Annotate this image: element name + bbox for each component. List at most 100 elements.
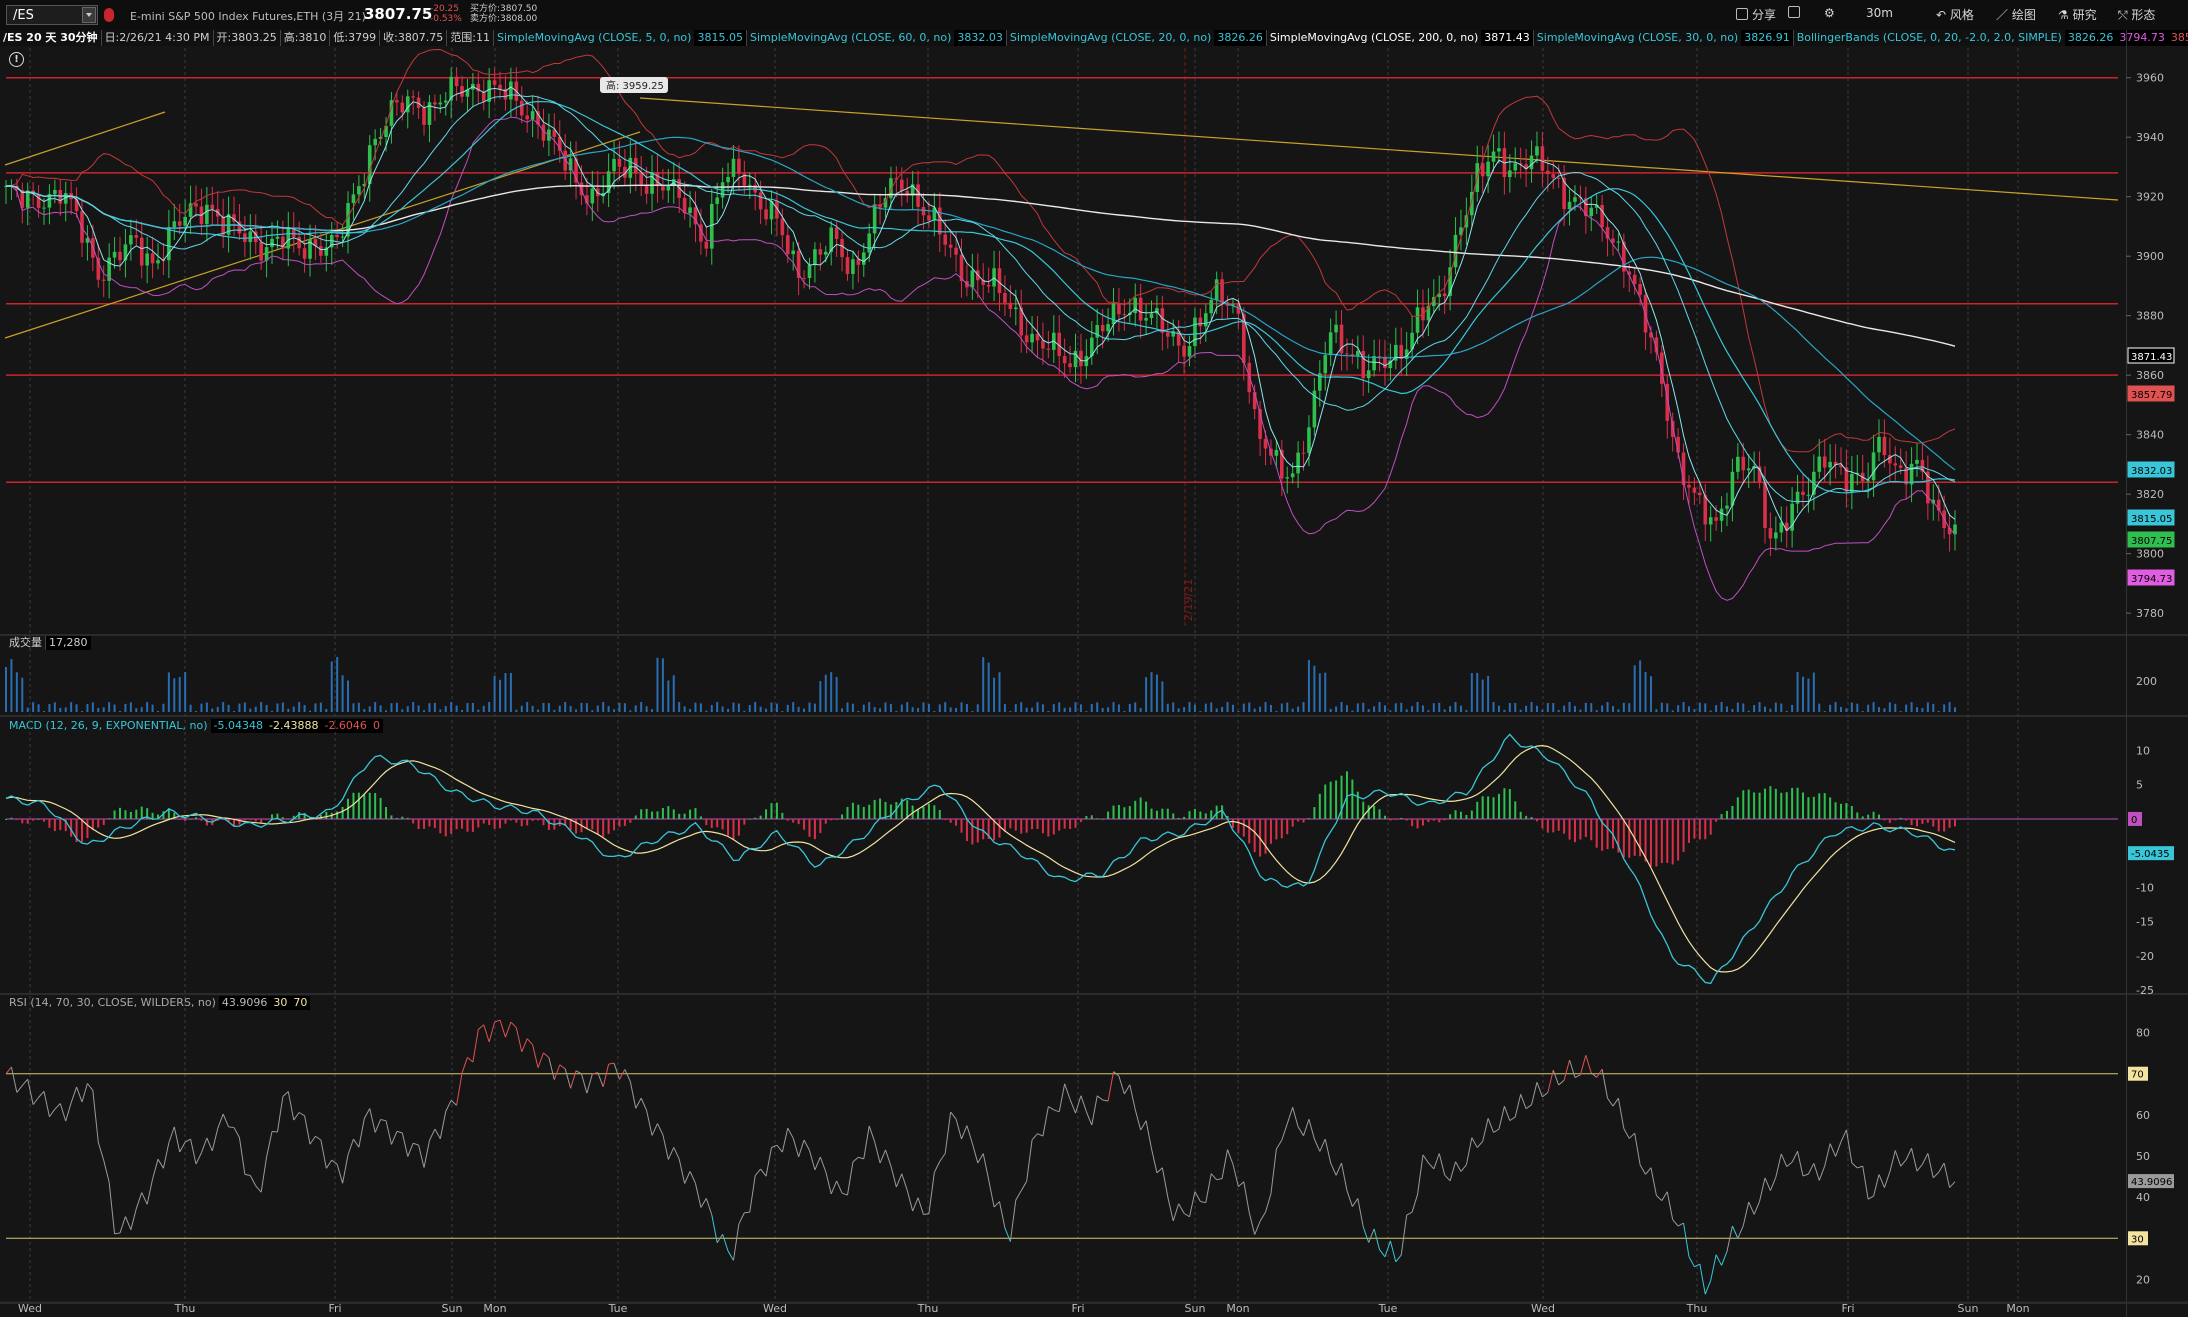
macd-hist-bar-329	[1791, 787, 1794, 819]
rsi-segment-238	[1292, 1107, 1299, 1127]
macd-hist-bar-260	[1416, 818, 1419, 829]
rsi-segment-28	[152, 1159, 159, 1180]
rsi-segment-181	[982, 1153, 990, 1180]
rsi-segment-271	[1471, 1137, 1478, 1148]
macd-hist-bar-46	[254, 818, 257, 822]
macd-hist-bar-9	[53, 818, 56, 832]
rsi-segment-337	[1829, 1143, 1837, 1157]
macd-hist-bar-350	[1905, 818, 1908, 821]
rsi-segment-172	[933, 1161, 941, 1173]
rsi-segment-354	[1921, 1153, 1929, 1165]
chart-canvas[interactable]: Wed Thu Fri Sun Mon Tue Wed Thu Fri Sun Mon Tue Wed T…	[0, 0, 2188, 1317]
volume-bar-237	[1291, 708, 1294, 712]
rsi-segment-35	[190, 1138, 197, 1165]
volume-bar-203	[1107, 707, 1110, 712]
volume-bar-107	[585, 703, 588, 712]
macd-hist-bar-79	[433, 818, 436, 828]
candle-body-210	[1144, 318, 1148, 321]
rsi-segment-317	[1721, 1251, 1728, 1266]
macd-hist-bar-207	[1128, 806, 1131, 819]
pane-separator-1	[0, 715, 2188, 717]
price-tick-label-4: 3860	[2136, 369, 2164, 382]
candle-body-134	[731, 158, 736, 177]
rsi-segment-17	[92, 1090, 99, 1143]
rsi-segment-96	[521, 1038, 528, 1052]
volume-bar-19	[108, 702, 111, 712]
macd-hist-bar-212	[1155, 810, 1158, 819]
macd-hist-bar-111	[607, 818, 610, 834]
candle-body-184	[1003, 293, 1007, 303]
volume-bar-172	[938, 704, 941, 712]
macd-hist-bar-304	[1655, 818, 1658, 867]
candle-body-315	[1714, 517, 1718, 521]
candle-body-149	[813, 249, 817, 266]
volume-bar-81	[444, 706, 447, 712]
rsi-segment-314	[1704, 1280, 1712, 1295]
volume-bar-55	[303, 705, 306, 712]
macd-value-tag: -5.0435	[2131, 849, 2170, 860]
volume-bar-113	[618, 702, 621, 712]
volume-bar-143	[781, 710, 784, 712]
macd-hist-bar-67	[368, 792, 371, 819]
candle-body-165	[899, 179, 904, 191]
macd-hist-bar-322	[1753, 792, 1756, 819]
rsi-segment-277	[1503, 1106, 1511, 1121]
macd-tick-label-0: 10	[2136, 745, 2150, 758]
macd-hist-bar-357	[1943, 818, 1946, 832]
volume-bar-27	[151, 704, 154, 712]
macd-hist-bar-228	[1242, 818, 1245, 837]
macd-hist-bar-327	[1780, 792, 1783, 819]
volume-bar-18	[102, 707, 105, 712]
candle-body-300	[1632, 274, 1637, 284]
volume-bar-132	[721, 706, 724, 712]
rsi-segment-330	[1791, 1151, 1799, 1163]
volume-bar-102	[558, 705, 561, 712]
candle-body-72	[395, 100, 399, 103]
macd-hist-bar-201	[1096, 818, 1099, 820]
candle-body-344	[1871, 452, 1876, 481]
candle-body-148	[807, 265, 812, 278]
volume-bar-53	[292, 706, 295, 712]
volume-bar-133	[727, 708, 730, 712]
volume-bar-146	[797, 706, 800, 712]
macd-hist-bar-125	[683, 813, 686, 819]
rsi-segment-187	[1015, 1190, 1022, 1201]
rsi-segment-174	[944, 1112, 952, 1154]
rsi-segment-200	[1085, 1111, 1093, 1126]
rsi-segment-62	[336, 1164, 344, 1184]
rsi-segment-104	[564, 1068, 572, 1089]
rsi-segment-298	[1617, 1098, 1625, 1129]
volume-bar-223	[1215, 708, 1218, 712]
rsi-segment-237	[1286, 1107, 1294, 1124]
volume-bar-317	[1725, 706, 1728, 712]
candle-body-282	[1535, 146, 1539, 156]
rsi-segment-246	[1335, 1162, 1342, 1176]
rsi-segment-257	[1395, 1254, 1402, 1263]
volume-bar-91	[499, 679, 502, 712]
rsi-segment-272	[1476, 1141, 1484, 1148]
macd-hist-bar-255	[1389, 818, 1392, 821]
macd-hist-bar-336	[1829, 797, 1832, 819]
macd-hist-bar-18	[102, 818, 105, 826]
volume-bar-208	[1134, 702, 1137, 712]
candle-body-265	[1442, 293, 1447, 297]
volume-bar-150	[819, 681, 822, 712]
rsi-segment-89	[483, 1024, 490, 1043]
macd-hist-bar-89	[488, 818, 491, 825]
volume-bar-295	[1606, 702, 1609, 712]
macd-hist-bar-273	[1487, 796, 1490, 819]
macd-hist-bar-346	[1883, 818, 1886, 821]
rsi-segment-24	[130, 1208, 137, 1230]
macd-hist-bar-124	[678, 813, 681, 819]
volume-bar-252	[1373, 706, 1376, 712]
candle-body-175	[954, 247, 958, 255]
rsi-segment-206	[1118, 1075, 1125, 1095]
volume-bar-153	[835, 676, 838, 712]
macd-hist-bar-119	[651, 811, 654, 819]
rsi-segment-196	[1064, 1083, 1071, 1100]
rsi-segment-211	[1145, 1120, 1153, 1149]
rsi-segment-163	[885, 1149, 892, 1167]
rsi-segment-78	[423, 1140, 430, 1168]
macd-hist-bar-306	[1666, 818, 1669, 863]
volume-bar-75	[412, 702, 415, 712]
